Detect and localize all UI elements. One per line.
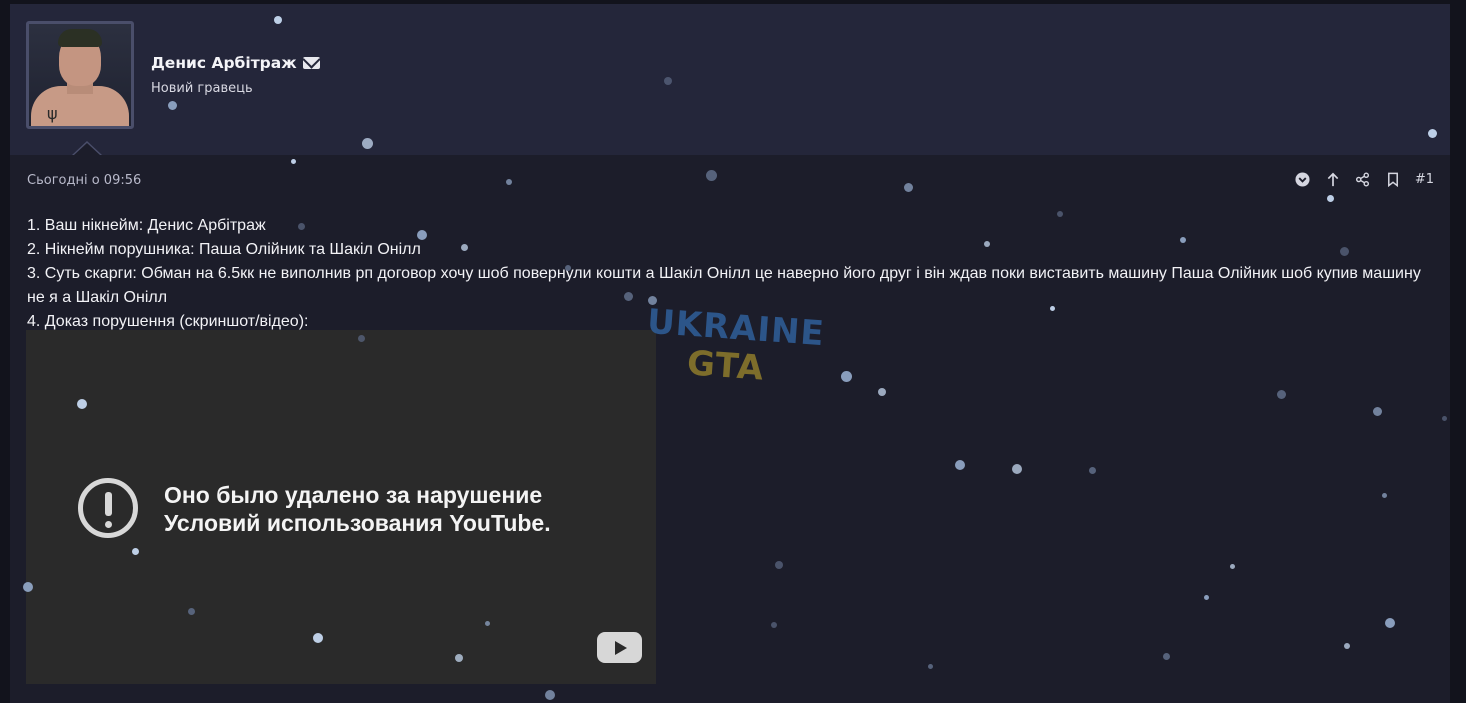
arrow-up-icon[interactable] <box>1325 171 1341 187</box>
post-line-complaint: 3. Суть скарги: Обман на 6.5кк не виполн… <box>27 265 1421 306</box>
warning-dot <box>105 521 112 528</box>
username-row: Денис Арбітраж <box>151 54 320 72</box>
warning-bar <box>105 492 112 516</box>
envelope-icon[interactable] <box>302 57 320 69</box>
youtube-embed[interactable]: Оно было удалено за нарушение Условий ис… <box>26 330 656 684</box>
avatar-hair <box>58 29 102 47</box>
post-header: ψ Денис Арбітраж Новий гравець <box>10 4 1450 155</box>
video-message-line2: Условий использования YouTube. <box>164 510 551 536</box>
username[interactable]: Денис Арбітраж <box>151 54 297 72</box>
post-actions: #1 <box>1295 171 1434 187</box>
video-removed-message: Оно было удалено за нарушение Условий ис… <box>164 481 624 537</box>
warning-icon <box>78 478 138 538</box>
youtube-logo-icon[interactable] <box>597 632 642 663</box>
post-line-offender: 2. Нікнейм порушника: Паша Олійник та Ша… <box>27 241 421 258</box>
watermark-logo: UKRAINE GTA <box>646 302 827 394</box>
avatar[interactable]: ψ <box>26 21 134 129</box>
avatar-tattoo: ψ <box>47 104 58 123</box>
message-arrow-inner <box>74 143 100 155</box>
watermark-line2: GTA <box>685 343 766 389</box>
post-number[interactable]: #1 <box>1415 172 1434 187</box>
user-title: Новий гравець <box>151 81 253 96</box>
chevron-circle-icon[interactable] <box>1295 171 1311 187</box>
video-message-line1: Оно было удалено за нарушение <box>164 482 543 508</box>
bookmark-icon[interactable] <box>1385 171 1401 187</box>
user-block: Денис Арбітраж Новий гравець <box>151 54 320 96</box>
share-icon[interactable] <box>1355 171 1371 187</box>
post-line-nickname: 1. Ваш нікнейм: Денис Арбітраж <box>27 217 266 234</box>
post-timestamp[interactable]: Сьогодні о 09:56 <box>27 173 141 188</box>
